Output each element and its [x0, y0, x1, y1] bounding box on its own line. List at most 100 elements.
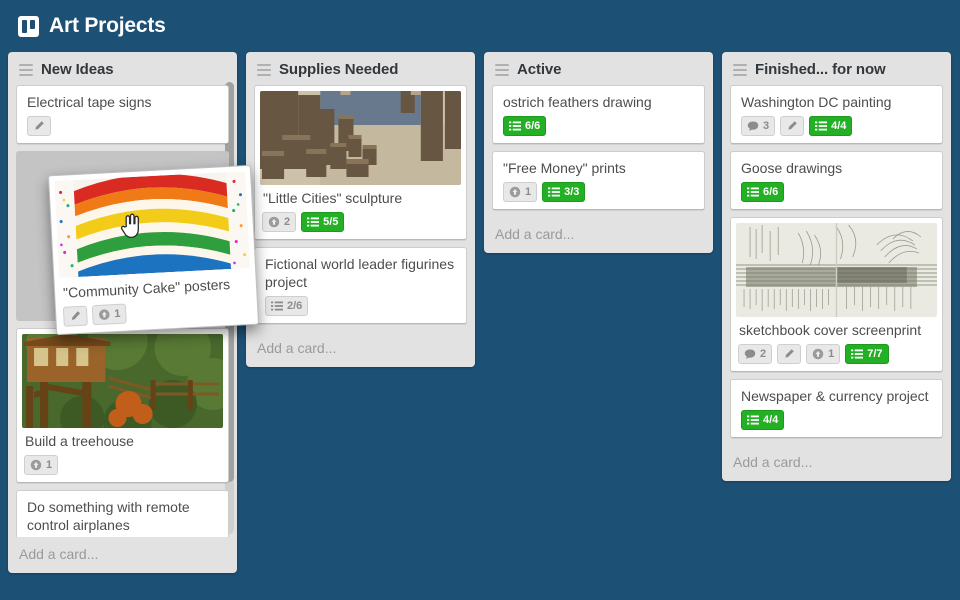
add-card-button[interactable]: Add a card...: [484, 217, 713, 253]
badge-checklist-count: 7/7: [867, 348, 883, 360]
card[interactable]: sketchbook cover screenprint 2 1 7/7: [730, 217, 943, 372]
card-title: ostrich feathers drawing: [503, 94, 652, 110]
vote-icon: [98, 308, 111, 321]
card-badges: 6/6: [739, 182, 934, 202]
card-title: sketchbook cover screenprint: [739, 322, 922, 338]
badge-votes-count: 1: [113, 307, 121, 321]
list-title[interactable]: Active: [517, 61, 562, 78]
list-title[interactable]: Supplies Needed: [279, 61, 398, 78]
pencil-icon: [783, 348, 795, 360]
card[interactable]: "Free Money" prints 1 3/3: [492, 151, 705, 210]
badge-description: [62, 305, 88, 327]
badge-comments: 2: [738, 344, 773, 364]
card-badges: 3 4/4: [739, 116, 934, 136]
card[interactable]: Do something with remote control airplan…: [16, 490, 229, 537]
card-title: Newspaper & currency project: [741, 388, 929, 404]
vote-icon: [812, 348, 824, 360]
card[interactable]: Newspaper & currency project 4/4: [730, 379, 943, 438]
card-badges: 4/4: [739, 410, 934, 430]
vote-icon: [509, 186, 521, 198]
badge-votes-count: 2: [284, 216, 291, 228]
badge-checklist-count: 6/6: [525, 120, 541, 132]
add-card-button[interactable]: Add a card...: [246, 331, 475, 367]
checklist-icon: [271, 300, 283, 312]
badge-description: [780, 116, 805, 136]
hamburger-icon[interactable]: [495, 63, 509, 76]
card-cover-treehouse-photo: [22, 334, 223, 428]
card[interactable]: Build a treehouse 1: [16, 328, 229, 483]
card[interactable]: Fictional world leader figurines project…: [254, 247, 467, 324]
badge-checklist: 2/6: [265, 296, 309, 316]
badge-checklist-count: 2/6: [287, 300, 303, 312]
badge-checklist-count: 4/4: [831, 120, 847, 132]
checklist-icon: [509, 120, 521, 132]
card-cover-rainbow-cake: [54, 171, 251, 278]
board-icon: [18, 15, 39, 37]
comment-icon: [747, 120, 759, 132]
card-badges: 1: [61, 297, 253, 327]
badge-votes: 1: [24, 455, 59, 475]
card-badges: 1 3/3: [501, 182, 696, 202]
add-card-button[interactable]: Add a card...: [8, 537, 237, 573]
badge-checklist: 6/6: [741, 182, 785, 202]
card[interactable]: ostrich feathers drawing 6/6: [492, 85, 705, 144]
list-title[interactable]: Finished... for now: [755, 61, 886, 78]
badge-description: [777, 344, 802, 364]
checklist-icon: [815, 120, 828, 132]
card[interactable]: Washington DC painting 3 4/4: [730, 85, 943, 144]
checklist-icon: [747, 414, 759, 426]
card-title: Build a treehouse: [25, 433, 134, 449]
dragged-card[interactable]: "Community Cake" posters 1: [47, 164, 260, 336]
card[interactable]: Goose drawings 6/6: [730, 151, 943, 210]
checklist-icon: [851, 348, 864, 360]
pencil-icon: [69, 310, 82, 323]
list-supplies-needed: Supplies Needed "Little Cities" sculpture…: [246, 52, 475, 367]
card-list: "Little Cities" sculpture 2 5/5 Fictional w…: [246, 85, 475, 331]
list-header: Supplies Needed: [246, 52, 475, 85]
board-canvas: New Ideas Electrical tape signs Build a tr…: [0, 52, 960, 600]
card-badges: 6/6: [501, 116, 696, 136]
card-title: "Little Cities" sculpture: [263, 190, 403, 206]
card-list: Washington DC painting 3 4/4 Goose drawings…: [722, 85, 951, 445]
add-card-button[interactable]: Add a card...: [722, 445, 951, 481]
card-badges: [25, 116, 220, 136]
badge-checklist: 6/6: [503, 116, 547, 136]
vote-icon: [268, 216, 280, 228]
comment-icon: [744, 348, 756, 360]
card-title: "Free Money" prints: [503, 160, 626, 176]
badge-checklist: 4/4: [809, 116, 853, 136]
badge-checklist-count: 5/5: [323, 216, 339, 228]
hamburger-icon[interactable]: [257, 63, 271, 76]
badge-checklist-count: 6/6: [763, 186, 779, 198]
card-badges: 2 1 7/7: [736, 344, 937, 364]
card-title: Goose drawings: [741, 160, 843, 176]
hamburger-icon[interactable]: [19, 63, 33, 76]
card-badges: 2/6: [263, 296, 458, 316]
pencil-icon: [33, 120, 45, 132]
list-finished-for-now: Finished... for now Washington DC paintin…: [722, 52, 951, 481]
badge-comments: 3: [741, 116, 776, 136]
badge-checklist: 7/7: [845, 344, 889, 364]
list-title[interactable]: New Ideas: [41, 61, 114, 78]
badge-votes: 1: [503, 182, 538, 202]
badge-comments-count: 2: [760, 348, 767, 360]
badge-votes: 2: [262, 212, 297, 232]
badge-votes: 1: [806, 344, 841, 364]
checklist-icon: [747, 186, 759, 198]
card[interactable]: Electrical tape signs: [16, 85, 229, 144]
list-header: Finished... for now: [722, 52, 951, 85]
card-title: Electrical tape signs: [27, 94, 152, 110]
checklist-icon: [548, 186, 561, 198]
badge-checklist: 4/4: [741, 410, 785, 430]
hamburger-icon[interactable]: [733, 63, 747, 76]
badge-votes-count: 1: [525, 186, 532, 198]
card-badges: 1: [22, 455, 223, 475]
page-title: Art Projects: [49, 14, 166, 37]
card-title: Fictional world leader figurines project: [265, 256, 455, 290]
board-header: Art Projects: [0, 0, 960, 52]
card-title: Do something with remote control airplan…: [27, 499, 190, 533]
badge-checklist: 3/3: [542, 182, 586, 202]
card[interactable]: "Little Cities" sculpture 2 5/5: [254, 85, 467, 240]
list-header: Active: [484, 52, 713, 85]
badge-checklist-count: 4/4: [763, 414, 779, 426]
